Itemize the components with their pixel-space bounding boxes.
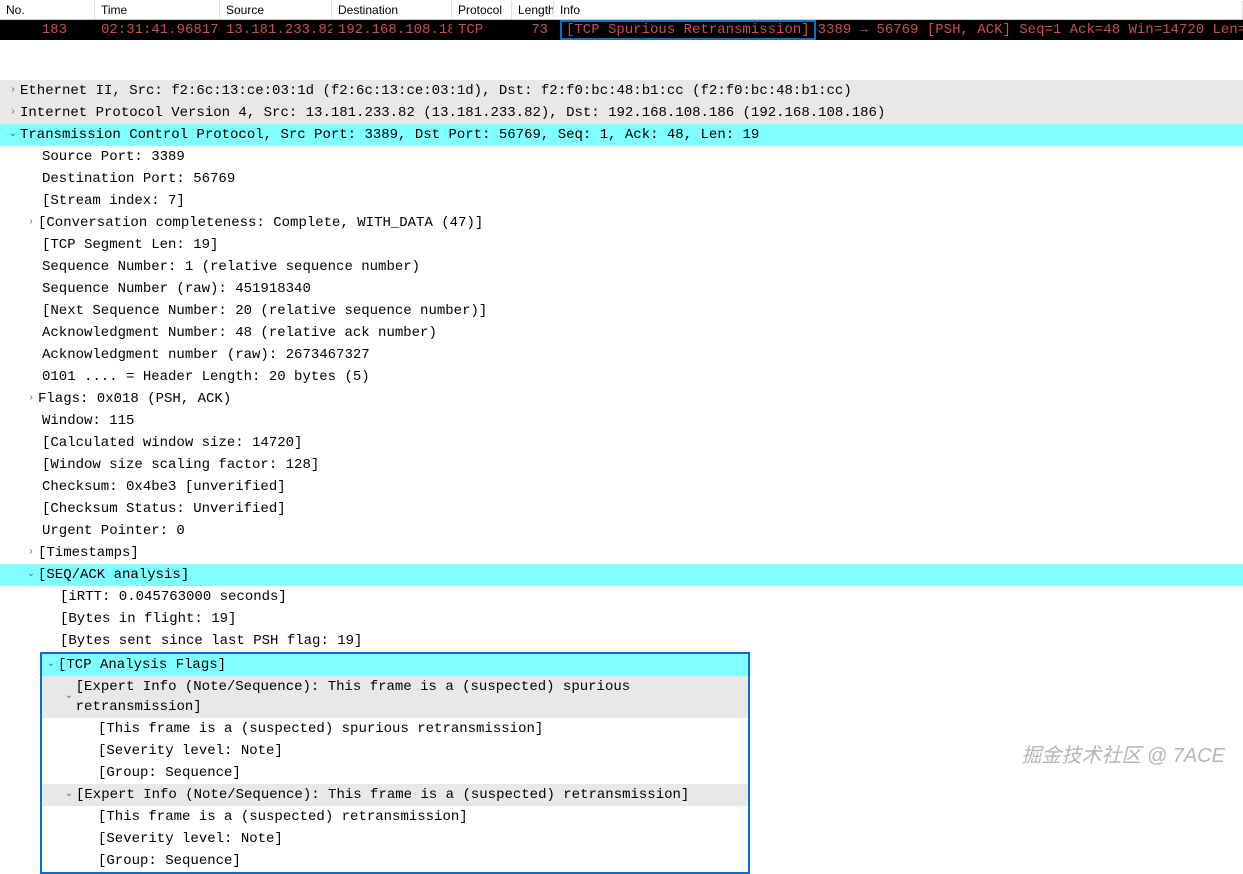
col-info[interactable]: Info [554, 1, 1243, 19]
chevron-right-icon[interactable]: › [6, 81, 20, 101]
tcp-stream-index[interactable]: [Stream index: 7] [0, 190, 1243, 212]
tcp-src-port[interactable]: Source Port: 3389 [0, 146, 1243, 168]
packet-no: 183 [0, 20, 95, 40]
info-tag: [TCP Spurious Retransmission] [560, 20, 816, 40]
tcp-seq-raw[interactable]: Sequence Number (raw): 451918340 [0, 278, 1243, 300]
tcp-next-seq[interactable]: [Next Sequence Number: 20 (relative sequ… [0, 300, 1243, 322]
tcp-ack-raw[interactable]: Acknowledgment number (raw): 2673467327 [0, 344, 1243, 366]
tcp-timestamps[interactable]: › [Timestamps] [0, 542, 1243, 564]
packet-len: 73 [512, 20, 554, 40]
packet-src: 13.181.233.82 [220, 20, 332, 40]
ip-header[interactable]: › Internet Protocol Version 4, Src: 13.1… [0, 102, 1243, 124]
col-destination[interactable]: Destination [332, 1, 452, 19]
tcp-win-scale[interactable]: [Window size scaling factor: 128] [0, 454, 1243, 476]
info-rest: 3389 → 56769 [PSH, ACK] Seq=1 Ack=48 Win… [818, 22, 1243, 38]
packet-time: 02:31:41.968174 [95, 20, 220, 40]
chevron-right-icon[interactable]: › [24, 543, 38, 563]
chevron-right-icon[interactable]: › [24, 389, 38, 409]
col-source[interactable]: Source [220, 1, 332, 19]
expert-group[interactable]: [Group: Sequence] [42, 762, 748, 784]
tcp-segment-len[interactable]: [TCP Segment Len: 19] [0, 234, 1243, 256]
tcp-conv-completeness[interactable]: › [Conversation completeness: Complete, … [0, 212, 1243, 234]
tcp-flags[interactable]: › Flags: 0x018 (PSH, ACK) [0, 388, 1243, 410]
ethernet-header[interactable]: › Ethernet II, Src: f2:6c:13:ce:03:1d (f… [0, 80, 1243, 102]
col-time[interactable]: Time [95, 1, 220, 19]
col-no[interactable]: No. [0, 1, 95, 19]
expert-info-spurious[interactable]: ⌄ [Expert Info (Note/Sequence): This fra… [42, 676, 748, 718]
tcp-header[interactable]: ⌄ Transmission Control Protocol, Src Por… [0, 124, 1243, 146]
expert-info-retrans[interactable]: ⌄ [Expert Info (Note/Sequence): This fra… [42, 784, 748, 806]
col-length[interactable]: Length [512, 1, 554, 19]
chevron-right-icon[interactable]: › [6, 103, 20, 123]
tcp-irtt[interactable]: [iRTT: 0.045763000 seconds] [0, 586, 1243, 608]
expert-severity[interactable]: [Severity level: Note] [42, 828, 748, 850]
expert-severity[interactable]: [Severity level: Note] [42, 740, 748, 762]
packet-dst: 192.168.108.186 [332, 20, 452, 40]
chevron-down-icon[interactable]: ⌄ [44, 655, 58, 675]
tcp-analysis-flags[interactable]: ⌄ [TCP Analysis Flags] [42, 654, 748, 676]
expert-msg[interactable]: [This frame is a (suspected) retransmiss… [42, 806, 748, 828]
chevron-down-icon[interactable]: ⌄ [62, 785, 76, 805]
tcp-hdr-len[interactable]: 0101 .... = Header Length: 20 bytes (5) [0, 366, 1243, 388]
tcp-checksum-status[interactable]: [Checksum Status: Unverified] [0, 498, 1243, 520]
chevron-down-icon[interactable]: ⌄ [6, 125, 20, 145]
chevron-down-icon[interactable]: ⌄ [24, 565, 38, 585]
chevron-right-icon[interactable]: › [24, 213, 38, 233]
tcp-dst-port[interactable]: Destination Port: 56769 [0, 168, 1243, 190]
packet-info: [TCP Spurious Retransmission]3389 → 5676… [554, 18, 1243, 42]
packet-details: › Ethernet II, Src: f2:6c:13:ce:03:1d (f… [0, 80, 1243, 874]
tcp-ack-num[interactable]: Acknowledgment Number: 48 (relative ack … [0, 322, 1243, 344]
expert-msg[interactable]: [This frame is a (suspected) spurious re… [42, 718, 748, 740]
tcp-checksum[interactable]: Checksum: 0x4be3 [unverified] [0, 476, 1243, 498]
tcp-window[interactable]: Window: 115 [0, 410, 1243, 432]
tcp-seqack-analysis[interactable]: ⌄ [SEQ/ACK analysis] [0, 564, 1243, 586]
tcp-bytes-flight[interactable]: [Bytes in flight: 19] [0, 608, 1243, 630]
packet-proto: TCP [452, 20, 512, 40]
tcp-calc-window[interactable]: [Calculated window size: 14720] [0, 432, 1243, 454]
expert-group[interactable]: [Group: Sequence] [42, 850, 748, 872]
packet-row[interactable]: 183 02:31:41.968174 13.181.233.82 192.16… [0, 20, 1243, 40]
tcp-bytes-psh[interactable]: [Bytes sent since last PSH flag: 19] [0, 630, 1243, 652]
chevron-down-icon[interactable]: ⌄ [62, 687, 76, 707]
tcp-seq-num[interactable]: Sequence Number: 1 (relative sequence nu… [0, 256, 1243, 278]
col-protocol[interactable]: Protocol [452, 1, 512, 19]
tcp-urgent[interactable]: Urgent Pointer: 0 [0, 520, 1243, 542]
packet-list-header: No. Time Source Destination Protocol Len… [0, 0, 1243, 20]
analysis-highlight-box: ⌄ [TCP Analysis Flags] ⌄ [Expert Info (N… [40, 652, 750, 874]
